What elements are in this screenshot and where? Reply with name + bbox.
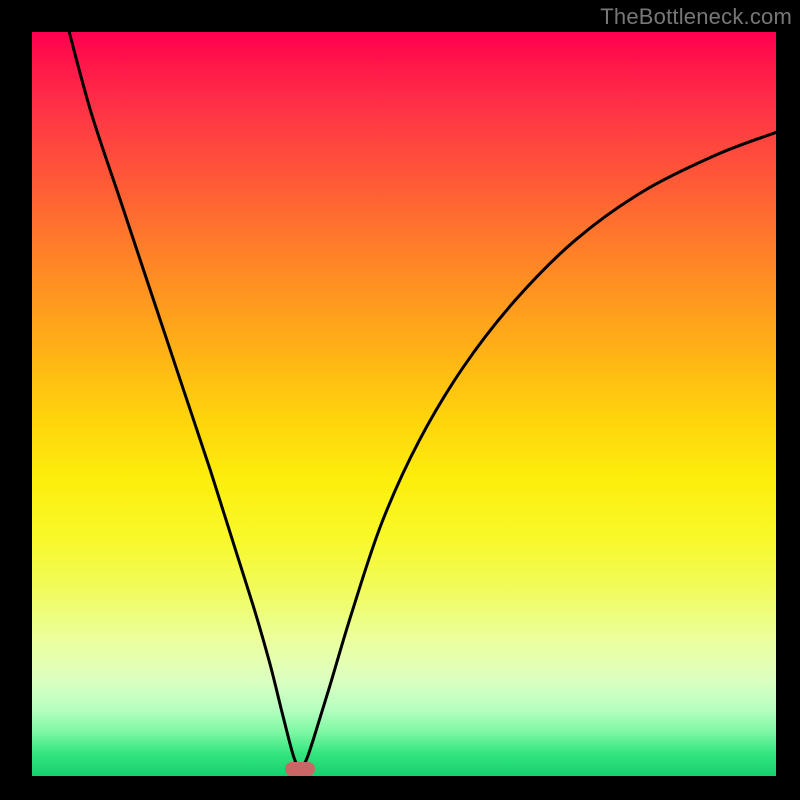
- chart-frame: TheBottleneck.com: [0, 0, 800, 800]
- watermark-text: TheBottleneck.com: [600, 4, 792, 30]
- plot-area: [32, 32, 776, 776]
- optimum-marker: [285, 762, 315, 776]
- bottleneck-curve: [32, 32, 776, 776]
